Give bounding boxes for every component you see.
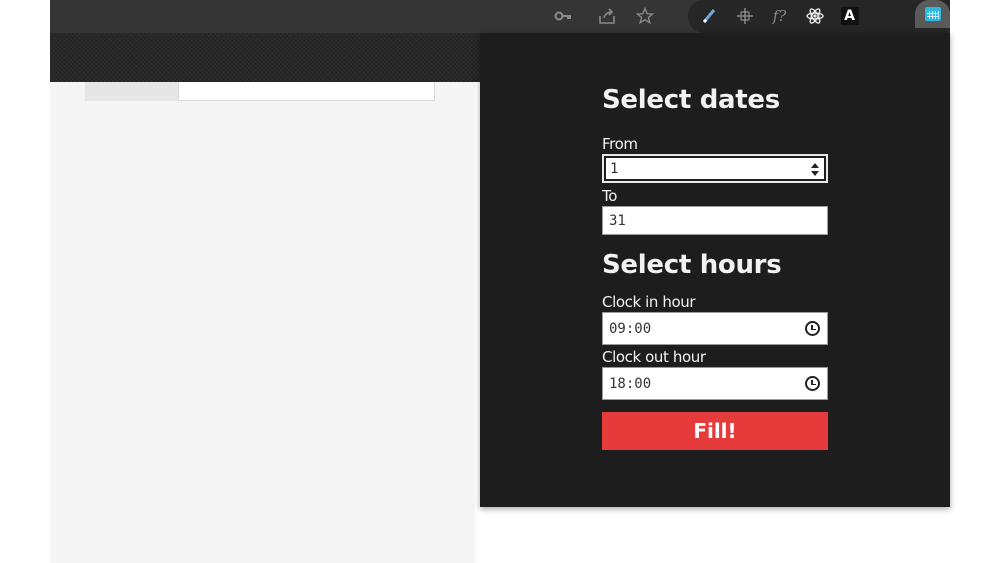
font-question-glyph: f? xyxy=(772,7,787,25)
crosshair-icon[interactable] xyxy=(727,4,762,28)
page-header xyxy=(50,33,480,82)
star-icon[interactable] xyxy=(630,4,660,28)
extension-popup: Select dates From 1 To 31 Select hours C… xyxy=(480,33,950,507)
popup-form: Select dates From 1 To 31 Select hours C… xyxy=(602,83,828,450)
react-icon[interactable] xyxy=(797,4,832,28)
to-label: To xyxy=(602,187,617,205)
to-number-input[interactable]: 31 xyxy=(602,206,828,235)
clock-in-time-input[interactable]: 09:00 xyxy=(602,312,828,345)
dates-title: Select dates xyxy=(602,85,780,115)
key-icon[interactable] xyxy=(548,4,578,28)
clock-out-value: 18:00 xyxy=(609,375,652,392)
page-label-cell xyxy=(85,82,178,101)
hours-title: Select hours xyxy=(602,250,782,280)
clock-icon[interactable] xyxy=(805,376,820,391)
font-question-icon[interactable]: f? xyxy=(762,4,797,28)
from-value: 1 xyxy=(610,160,619,177)
a-letter-glyph: A xyxy=(840,7,859,25)
a-letter-icon[interactable]: A xyxy=(832,4,867,28)
extension-icons: f? A xyxy=(692,4,867,28)
share-icon[interactable] xyxy=(592,4,622,28)
from-number-input[interactable]: 1 xyxy=(602,154,828,183)
clock-icon[interactable] xyxy=(805,321,820,336)
page-body xyxy=(50,82,475,563)
from-label: From xyxy=(602,135,638,153)
browser-action-icons xyxy=(548,4,660,28)
page-input-field[interactable] xyxy=(178,82,435,101)
spinner-icon[interactable] xyxy=(811,163,819,176)
clock-in-value: 09:00 xyxy=(609,320,652,337)
to-value: 31 xyxy=(609,212,626,229)
clock-out-time-input[interactable]: 18:00 xyxy=(602,367,828,400)
calendar-icon xyxy=(924,7,941,21)
calendar-extension-button[interactable] xyxy=(915,0,950,28)
clock-in-label: Clock in hour xyxy=(602,293,696,311)
pencil-icon[interactable] xyxy=(692,4,727,28)
fill-button[interactable]: Fill! xyxy=(602,412,828,450)
clock-out-label: Clock out hour xyxy=(602,348,706,366)
